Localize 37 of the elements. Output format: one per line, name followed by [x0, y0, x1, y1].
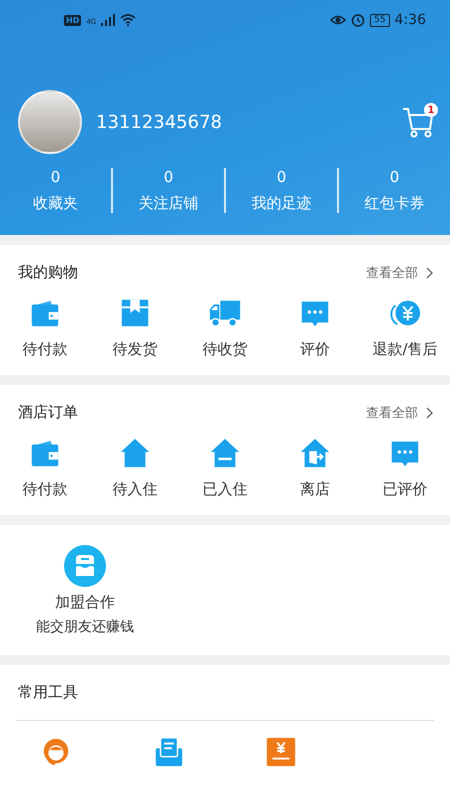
house-door-icon	[298, 436, 332, 470]
order-shortcut[interactable]: 待入住	[90, 436, 180, 499]
stat-count: 0	[390, 168, 400, 186]
eye-icon	[330, 14, 346, 26]
order-shortcut[interactable]: 待付款	[0, 296, 90, 359]
join-title[interactable]: 加盟合作	[55, 592, 115, 612]
shopping-cart-icon[interactable]	[402, 105, 434, 139]
section-title: 酒店订单	[18, 403, 78, 422]
order-shortcut[interactable]: 退款/售后	[360, 296, 450, 359]
order-shortcut[interactable]: 评价	[270, 296, 360, 359]
clock-time: 4:36	[394, 12, 426, 28]
house-icon	[118, 436, 152, 470]
wifi-icon	[120, 14, 136, 26]
section-title: 我的购物	[18, 263, 78, 282]
cart-count-badge: 1	[424, 103, 438, 117]
join-subtitle: 能交朋友还赚钱	[36, 618, 134, 636]
alarm-icon	[351, 13, 366, 27]
order-shortcut[interactable]: 已评价	[360, 436, 450, 499]
chevron-right-icon	[426, 266, 434, 278]
battery-level: 55	[370, 14, 390, 26]
stat-count: 0	[164, 168, 174, 186]
order-shortcut[interactable]: 离店	[270, 436, 360, 499]
order-shortcut[interactable]: 已入住	[180, 436, 270, 499]
signal-icon	[101, 14, 116, 26]
house-icon	[208, 436, 242, 470]
view-all-link[interactable]: 查看全部	[366, 264, 434, 282]
order-shortcut[interactable]: 待收货	[180, 296, 270, 359]
section-title: 常用工具	[18, 683, 78, 702]
order-shortcut[interactable]: 待付款	[0, 436, 90, 499]
order-shortcut[interactable]: 待发货	[90, 296, 180, 359]
stat-count: 0	[276, 168, 286, 186]
store-icon[interactable]	[64, 544, 106, 586]
hd-indicator: HD	[64, 14, 82, 26]
user-phone-number: 13112345678	[96, 112, 223, 132]
chevron-right-icon	[426, 406, 434, 418]
stat-count: 0	[50, 168, 60, 186]
view-all-link[interactable]: 查看全部	[366, 404, 434, 422]
